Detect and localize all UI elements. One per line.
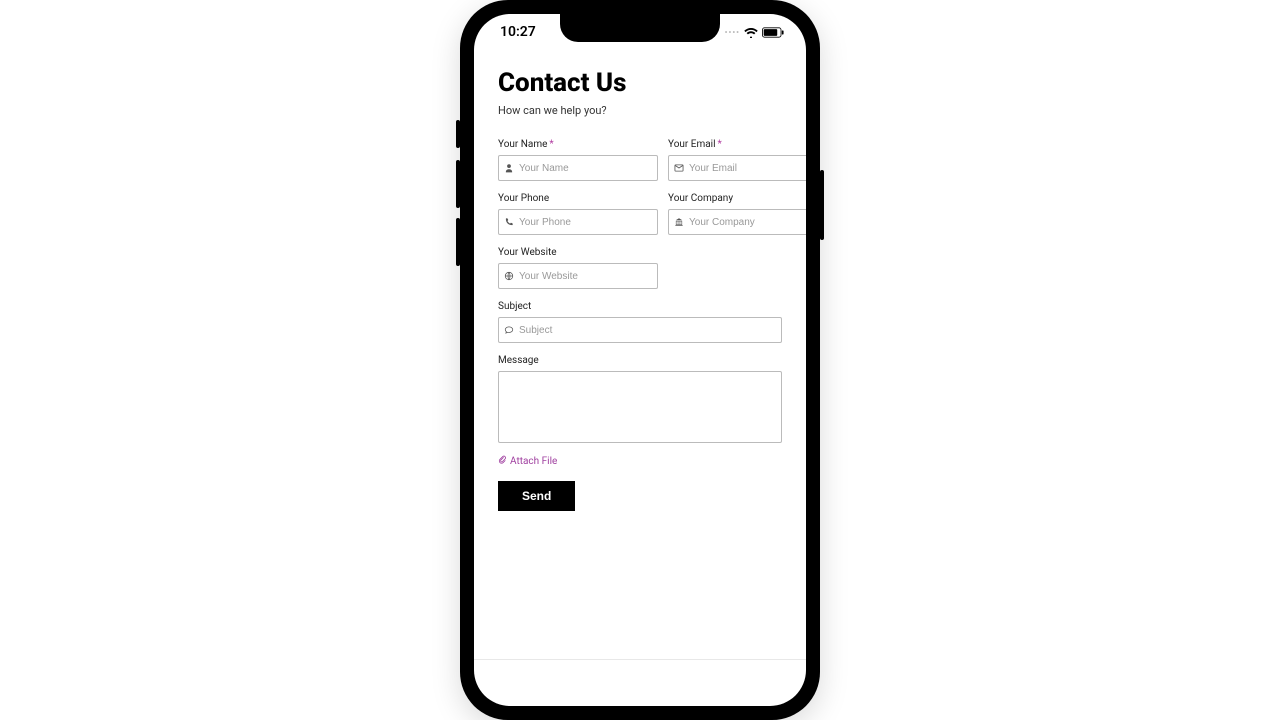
page-title: Contact Us	[498, 68, 782, 98]
attach-label: Attach File	[510, 456, 557, 467]
field-phone: Your Phone	[498, 193, 658, 235]
label-email: Your Email*	[668, 139, 806, 150]
phone-screen: 10:27 •••• Contact Us How can we help yo…	[474, 14, 806, 706]
signal-dots-icon: ••••	[725, 28, 740, 37]
field-website: Your Website	[498, 247, 658, 289]
phone-side-button	[456, 120, 460, 148]
globe-icon	[499, 271, 519, 281]
phone-input[interactable]	[519, 217, 657, 228]
field-subject: Subject	[498, 301, 782, 343]
status-time: 10:27	[500, 24, 536, 40]
content-area: Contact Us How can we help you? Your Nam…	[474, 50, 806, 511]
battery-icon	[762, 27, 784, 38]
send-button[interactable]: Send	[498, 481, 575, 511]
label-company: Your Company	[668, 193, 806, 204]
mail-icon	[669, 163, 689, 173]
phone-volume-up	[456, 160, 460, 208]
divider	[474, 659, 806, 660]
user-icon	[499, 163, 519, 173]
required-mark: *	[718, 139, 722, 150]
field-company: Your Company	[668, 193, 806, 235]
attach-file-link[interactable]: Attach File	[498, 455, 782, 467]
label-name: Your Name*	[498, 139, 658, 150]
page-subtitle: How can we help you?	[498, 104, 782, 117]
label-subject: Subject	[498, 301, 782, 312]
phone-notch	[560, 14, 720, 42]
chat-icon	[499, 325, 519, 335]
field-message: Message	[498, 355, 782, 443]
required-mark: *	[549, 139, 553, 150]
website-input[interactable]	[519, 271, 657, 282]
phone-volume-down	[456, 218, 460, 266]
label-phone: Your Phone	[498, 193, 658, 204]
phone-frame: 10:27 •••• Contact Us How can we help yo…	[460, 0, 820, 720]
name-input[interactable]	[519, 163, 657, 174]
phone-icon	[499, 217, 519, 227]
message-textarea[interactable]	[498, 371, 782, 443]
paperclip-icon	[498, 455, 507, 467]
phone-power-button	[820, 170, 824, 240]
field-name: Your Name*	[498, 139, 658, 181]
company-input[interactable]	[689, 217, 806, 228]
building-icon	[669, 217, 689, 227]
subject-input[interactable]	[519, 325, 781, 336]
wifi-icon	[744, 27, 758, 38]
field-email: Your Email*	[668, 139, 806, 181]
label-message: Message	[498, 355, 782, 366]
label-website: Your Website	[498, 247, 658, 258]
email-input[interactable]	[689, 163, 806, 174]
field-spacer	[668, 247, 782, 289]
